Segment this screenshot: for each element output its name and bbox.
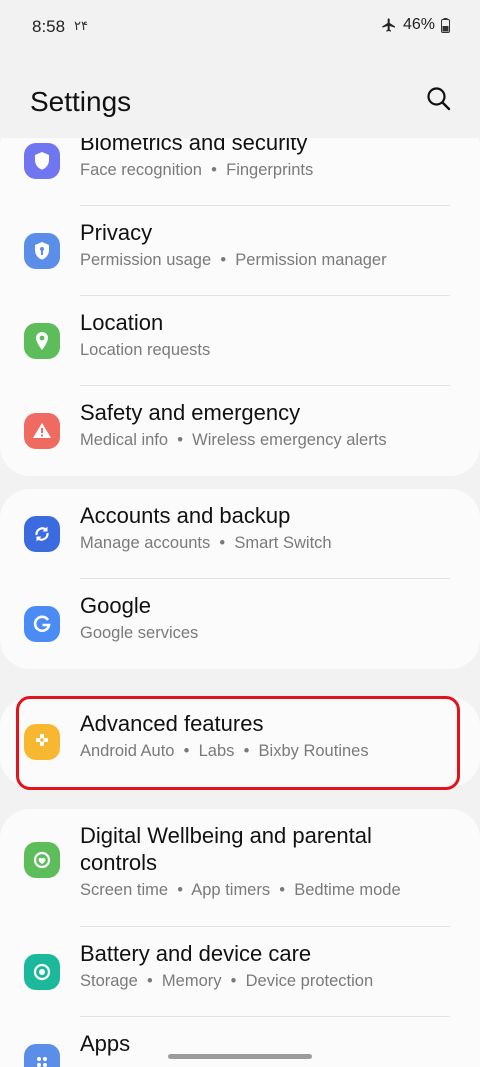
- privacy-shield-icon: [24, 233, 60, 269]
- subtitle-separator: •: [174, 742, 199, 760]
- settings-item-title: Privacy: [80, 220, 153, 245]
- wellbeing-icon: [24, 842, 60, 878]
- subtitle-part: Bixby Routines: [258, 742, 369, 760]
- sync-icon: [24, 516, 60, 552]
- settings-item-title: Accounts and backup: [80, 503, 291, 528]
- alert-icon: [24, 413, 60, 449]
- settings-item-subtitle: Android Auto • Labs • Bixby Routines: [80, 740, 452, 762]
- search-icon: [427, 87, 451, 111]
- device-care-icon: [24, 954, 60, 990]
- subtitle-part: Google services: [80, 624, 199, 642]
- google-icon: [24, 606, 60, 642]
- subtitle-separator: •: [168, 431, 193, 449]
- airplane-mode-icon: [381, 17, 397, 33]
- subtitle-separator: •: [168, 881, 192, 899]
- settings-item-advanced-features[interactable]: Advanced features Android Auto • Labs • B…: [0, 697, 480, 787]
- subtitle-separator: •: [221, 972, 246, 990]
- settings-item-title: Location: [80, 310, 164, 335]
- settings-card: Digital Wellbeing and parental controls S…: [0, 809, 480, 1067]
- settings-item-subtitle: Screen time • App timers • Bedtime mode: [80, 879, 452, 901]
- status-time: 8:58: [32, 17, 66, 36]
- subtitle-part: Location requests: [80, 341, 211, 359]
- subtitle-part: Manage accounts: [80, 534, 211, 552]
- settings-item-text: Accounts and backup Manage accounts • Sma…: [80, 502, 452, 554]
- header: Settings: [0, 76, 480, 126]
- subtitle-part: Medical info: [80, 431, 169, 449]
- status-right: 46%: [381, 16, 450, 34]
- page-title: Settings: [30, 86, 132, 117]
- subtitle-separator: •: [211, 251, 236, 269]
- subtitle-part: Storage: [80, 972, 138, 990]
- subtitle-part: Memory: [161, 972, 222, 990]
- settings-item-subtitle: Permission usage • Permission manager: [80, 249, 452, 271]
- settings-item-safety-and-emergency[interactable]: Safety and emergency Medical info • Wirel…: [0, 386, 480, 476]
- subtitle-part: Permission manager: [235, 251, 387, 269]
- settings-item-subtitle: Google services: [80, 622, 452, 644]
- subtitle-separator: •: [234, 742, 259, 760]
- subtitle-part: Device protection: [245, 972, 374, 990]
- subtitle-separator: •: [202, 161, 227, 179]
- gesture-navigation-bar[interactable]: [168, 1054, 312, 1059]
- settings-item-apps[interactable]: Apps: [0, 1017, 480, 1067]
- shield-icon: [24, 143, 60, 179]
- settings-item-battery-and-device-care[interactable]: Battery and device care Storage • Memory …: [0, 927, 480, 1017]
- settings-item-title: Digital Wellbeing and parental controls: [80, 823, 372, 875]
- settings-item-google[interactable]: Google Google services: [0, 579, 480, 669]
- settings-list[interactable]: Biometrics and security Face recognition …: [0, 138, 480, 1067]
- advanced-features-icon: [24, 724, 60, 760]
- settings-item-text: Google Google services: [80, 592, 452, 644]
- subtitle-part: Fingerprints: [226, 161, 314, 179]
- settings-item-privacy[interactable]: Privacy Permission usage • Permission man…: [0, 206, 480, 296]
- settings-item-title: Biometrics and security: [80, 138, 308, 155]
- settings-item-text: Digital Wellbeing and parental controls S…: [80, 822, 452, 901]
- subtitle-separator: •: [270, 881, 295, 899]
- settings-item-title: Advanced features: [80, 711, 264, 736]
- location-pin-icon: [24, 323, 60, 359]
- settings-item-subtitle: Storage • Memory • Device protection: [80, 970, 452, 992]
- settings-card: Biometrics and security Face recognition …: [0, 138, 480, 476]
- settings-card: Advanced features Android Auto • Labs • B…: [0, 697, 480, 787]
- settings-item-text: Safety and emergency Medical info • Wirel…: [80, 399, 452, 451]
- subtitle-part: Bedtime mode: [294, 881, 401, 899]
- settings-item-digital-wellbeing-and-parental-controls[interactable]: Digital Wellbeing and parental controls S…: [0, 809, 480, 927]
- settings-item-subtitle: Manage accounts • Smart Switch: [80, 532, 452, 554]
- settings-item-title: Google: [80, 593, 151, 618]
- settings-item-title: Battery and device care: [80, 941, 312, 966]
- apps-icon: [24, 1044, 60, 1067]
- settings-item-text: Privacy Permission usage • Permission man…: [80, 219, 452, 271]
- settings-item-text: Advanced features Android Auto • Labs • B…: [80, 710, 452, 762]
- subtitle-part: Android Auto: [80, 742, 175, 760]
- subtitle-part: Smart Switch: [234, 534, 332, 552]
- status-bar: 8:58 ۲۴ 46%: [0, 0, 480, 56]
- settings-item-location[interactable]: Location Location requests: [0, 296, 480, 386]
- subtitle-part: Permission usage: [80, 251, 212, 269]
- settings-card: Accounts and backup Manage accounts • Sma…: [0, 489, 480, 669]
- battery-percent: 46%: [402, 16, 435, 33]
- subtitle-part: Labs: [198, 742, 235, 760]
- settings-item-text: Location Location requests: [80, 309, 452, 361]
- subtitle-part: Screen time: [80, 881, 169, 899]
- settings-item-text: Biometrics and security Face recognition …: [80, 138, 452, 181]
- subtitle-separator: •: [137, 972, 162, 990]
- subtitle-part: Face recognition: [80, 161, 202, 179]
- settings-item-text: Battery and device care Storage • Memory …: [80, 940, 452, 992]
- status-notification-text: ۲۴: [74, 18, 88, 33]
- settings-item-title: Safety and emergency: [80, 400, 301, 425]
- battery-icon: [441, 17, 450, 33]
- search-button[interactable]: [424, 84, 454, 114]
- settings-item-text: Apps: [80, 1030, 452, 1057]
- settings-item-subtitle: Medical info • Wireless emergency alerts: [80, 429, 452, 451]
- subtitle-part: Wireless emergency alerts: [192, 431, 387, 449]
- settings-item-accounts-and-backup[interactable]: Accounts and backup Manage accounts • Sma…: [0, 489, 480, 579]
- settings-item-subtitle: Face recognition • Fingerprints: [80, 159, 452, 181]
- settings-item-subtitle: Location requests: [80, 339, 452, 361]
- subtitle-separator: •: [210, 534, 235, 552]
- settings-item-biometrics-and-security[interactable]: Biometrics and security Face recognition …: [0, 138, 480, 206]
- settings-item-title: Apps: [80, 1031, 131, 1056]
- subtitle-part: App timers: [191, 881, 271, 899]
